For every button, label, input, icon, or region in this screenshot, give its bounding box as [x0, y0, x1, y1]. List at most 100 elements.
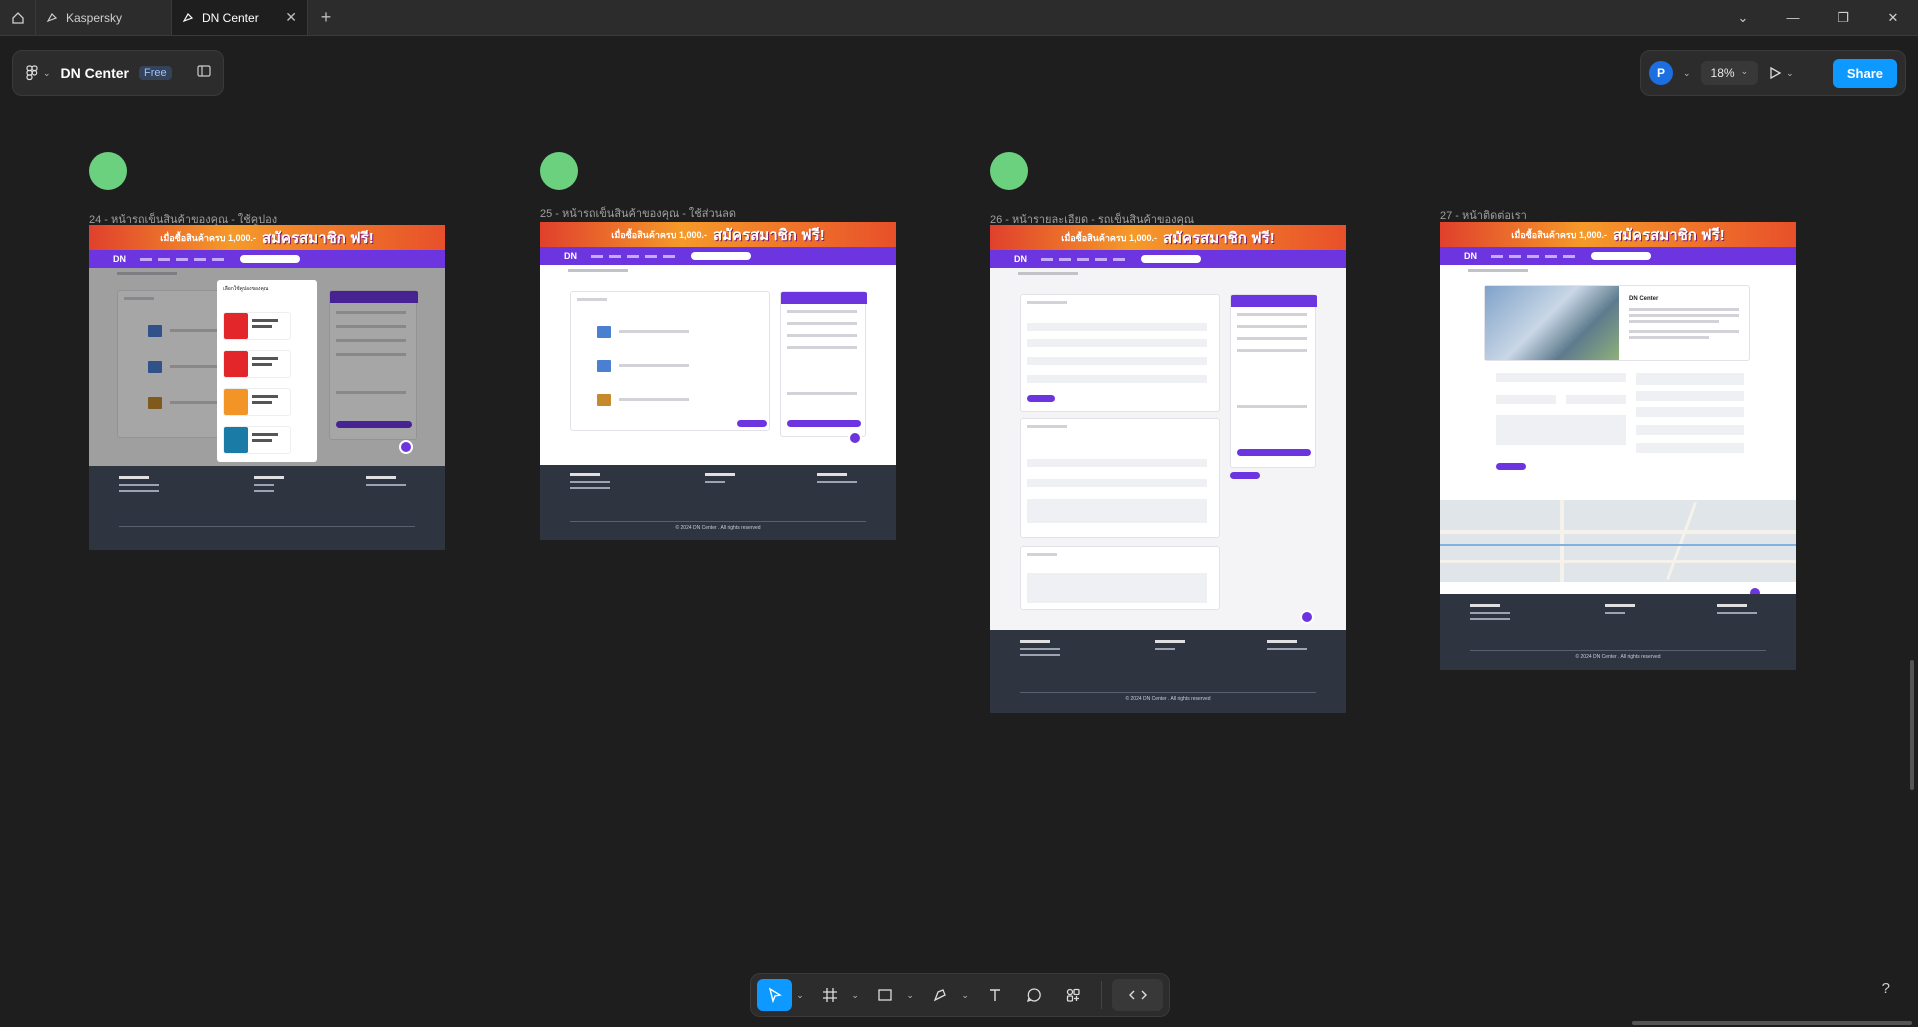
- help-button[interactable]: ?: [1882, 980, 1890, 997]
- chevron-down-icon[interactable]: ⌄: [851, 990, 863, 1001]
- chevron-down-icon[interactable]: ⌄: [1718, 0, 1768, 35]
- banner-line1: เมื่อซื้อสินค้าครบ 1,000.-: [160, 232, 257, 243]
- footer-copyright: © 2024 DN Center . All rights reserved: [675, 525, 761, 531]
- chevron-down-icon: ⌄: [1786, 67, 1794, 78]
- frame-cart-coupon[interactable]: เมื่อซื้อสินค้าครบ 1,000.- สมัครสมาชิก ฟ…: [89, 225, 445, 550]
- tab-label: Kaspersky: [66, 10, 123, 25]
- site-logo: DN: [564, 251, 577, 261]
- site-search: [240, 255, 300, 263]
- site-nav: DN: [89, 250, 445, 268]
- figma-file-icon: [46, 12, 58, 22]
- chevron-down-icon: ⌄: [1740, 66, 1749, 76]
- banner-line1: เมื่อซื้อสินค้าครบ 1,000.-: [1061, 232, 1158, 243]
- site-footer: © 2024 DN Center . All rights reserved: [1440, 594, 1796, 670]
- rectangle-icon: [878, 989, 892, 1001]
- promo-banner: เมื่อซื้อสินค้าครบ 1,000.- สมัครสมาชิก ฟ…: [990, 225, 1346, 250]
- header-right-panel: P ⌄ 18% ⌄ ⌄ Share: [1640, 50, 1906, 96]
- figma-logo-icon: [26, 65, 38, 81]
- main-menu-button[interactable]: ⌄: [25, 65, 51, 81]
- figma-file-icon: [182, 12, 194, 22]
- shape-tool[interactable]: [867, 979, 902, 1011]
- banner-line2: สมัครสมาชิก ฟรี!: [262, 229, 374, 247]
- pen-icon: [933, 989, 946, 1002]
- tab-dn-center[interactable]: DN Center ✕: [172, 0, 308, 35]
- frame-cart-details[interactable]: เมื่อซื้อสินค้าครบ 1,000.- สมัครสมาชิก ฟ…: [990, 225, 1346, 713]
- chevron-down-icon[interactable]: ⌄: [961, 990, 973, 1001]
- frame-marker[interactable]: [990, 152, 1028, 190]
- plan-badge[interactable]: Free: [139, 66, 172, 80]
- banner-line2: สมัครสมาชิก ฟรี!: [713, 226, 825, 244]
- site-footer: [89, 466, 445, 550]
- company-name: DN Center: [1629, 296, 1659, 302]
- bottom-toolbar: ⌄ ⌄ ⌄ ⌄: [750, 973, 1170, 1017]
- close-tab-icon[interactable]: ✕: [285, 9, 297, 26]
- vertical-scrollbar[interactable]: [1910, 660, 1914, 790]
- banner-line2: สมัครสมาชิก ฟรี!: [1613, 226, 1725, 244]
- site-logo: DN: [113, 254, 126, 264]
- share-button[interactable]: Share: [1832, 58, 1897, 88]
- chevron-down-icon: ⌄: [43, 67, 51, 78]
- site-nav: DN: [990, 250, 1346, 268]
- present-button[interactable]: ⌄: [1768, 66, 1794, 80]
- site-search: [1591, 252, 1651, 260]
- frame-contact-us[interactable]: เมื่อซื้อสินค้าครบ 1,000.- สมัครสมาชิก ฟ…: [1440, 222, 1796, 670]
- chevron-down-icon[interactable]: ⌄: [796, 990, 808, 1001]
- tab-kaspersky[interactable]: Kaspersky: [36, 0, 172, 35]
- banner-line1: เมื่อซื้อสินค้าครบ 1,000.-: [611, 229, 708, 240]
- restore-icon[interactable]: ❐: [1818, 0, 1868, 35]
- play-icon: [1770, 66, 1782, 80]
- coupon-modal[interactable]: เลือกใช้คูปองของคุณ: [217, 280, 317, 462]
- close-icon[interactable]: ✕: [1868, 0, 1918, 35]
- site-search: [1141, 255, 1201, 263]
- avatar[interactable]: P: [1649, 61, 1673, 85]
- tab-bar: Kaspersky DN Center ✕ + ⌄ — ❐ ✕: [0, 0, 1918, 36]
- site-logo: DN: [1014, 254, 1027, 264]
- file-panel: ⌄ DN Center Free: [12, 50, 224, 96]
- code-icon: [1128, 990, 1147, 1000]
- footer-copyright: © 2024 DN Center . All rights reserved: [1575, 654, 1661, 660]
- frame-marker[interactable]: [89, 152, 127, 190]
- chevron-down-icon[interactable]: ⌄: [1683, 68, 1691, 79]
- frame-marker[interactable]: [540, 152, 578, 190]
- comment-icon: [1027, 988, 1041, 1003]
- banner-line1: เมื่อซื้อสินค้าครบ 1,000.-: [1511, 229, 1608, 240]
- sidebar-toggle-icon[interactable]: [197, 64, 211, 82]
- comment-tool[interactable]: [1016, 979, 1051, 1011]
- actions-tool[interactable]: [1056, 979, 1091, 1011]
- pen-tool[interactable]: [922, 979, 957, 1011]
- chevron-down-icon[interactable]: ⌄: [906, 990, 918, 1001]
- text-tool[interactable]: [977, 979, 1012, 1011]
- site-footer: © 2024 DN Center . All rights reserved: [990, 630, 1346, 713]
- horizontal-scrollbar[interactable]: [1632, 1021, 1912, 1025]
- site-nav: DN: [540, 247, 896, 265]
- new-tab-button[interactable]: +: [308, 0, 344, 35]
- promo-banner: เมื่อซื้อสินค้าครบ 1,000.- สมัครสมาชิก ฟ…: [89, 225, 445, 250]
- site-footer: © 2024 DN Center . All rights reserved: [540, 465, 896, 540]
- site-nav: DN: [1440, 247, 1796, 265]
- promo-banner: เมื่อซื้อสินค้าครบ 1,000.- สมัครสมาชิก ฟ…: [1440, 222, 1796, 247]
- page-body: [540, 265, 896, 487]
- frame-cart-discount[interactable]: เมื่อซื้อสินค้าครบ 1,000.- สมัครสมาชิก ฟ…: [540, 222, 896, 540]
- move-tool[interactable]: [757, 979, 793, 1011]
- page-body: เลือกใช้คูปองของคุณ: [89, 268, 445, 466]
- location-map[interactable]: [1440, 500, 1796, 582]
- site-search: [691, 252, 751, 260]
- home-button[interactable]: [0, 0, 36, 35]
- dev-mode-toggle[interactable]: [1112, 979, 1163, 1011]
- minimize-icon[interactable]: —: [1768, 0, 1818, 35]
- file-title[interactable]: DN Center: [61, 65, 129, 81]
- coupon-modal-title: เลือกใช้คูปองของคุณ: [223, 286, 269, 292]
- frame-label[interactable]: 25 - หน้ารถเข็นสินค้าของคุณ - ใช้ส่วนลด: [540, 204, 736, 222]
- promo-banner: เมื่อซื้อสินค้าครบ 1,000.- สมัครสมาชิก ฟ…: [540, 222, 896, 247]
- frame-tool[interactable]: [812, 979, 847, 1011]
- text-icon: [989, 989, 1000, 1001]
- frame-icon: [822, 988, 837, 1002]
- window-controls: ⌄ — ❐ ✕: [1718, 0, 1918, 35]
- home-icon: [11, 11, 24, 24]
- page-body: DN Center: [1440, 265, 1796, 500]
- actions-icon: [1067, 988, 1081, 1002]
- zoom-dropdown[interactable]: 18% ⌄: [1700, 61, 1759, 85]
- zoom-value: 18%: [1710, 66, 1735, 80]
- building-photo: [1485, 286, 1619, 360]
- tab-label: DN Center: [202, 10, 259, 25]
